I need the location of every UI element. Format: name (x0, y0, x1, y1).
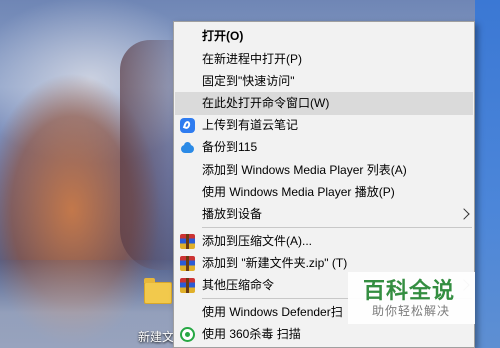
menu-item-open-command-window[interactable]: 在此处打开命令窗口(W) (175, 92, 473, 115)
watermark-subtitle: 助你轻松解决 (372, 304, 451, 318)
watermark: 百科全说 助你轻松解决 (348, 272, 475, 324)
menu-item-label: 添加到 "新建文件夹.zip" (T) (202, 256, 348, 270)
folder-icon (144, 278, 172, 304)
desktop-folder-label: 新建文 (138, 330, 175, 344)
menu-item-add-to-archive[interactable]: 添加到压缩文件(A)... (175, 230, 473, 253)
menu-item-open-new-process[interactable]: 在新进程中打开(P) (175, 48, 473, 71)
menu-item-label: 打开(O) (202, 29, 244, 43)
menu-item-label: 在新进程中打开(P) (202, 52, 302, 66)
menu-item-play-wmp[interactable]: 使用 Windows Media Player 播放(P) (175, 181, 473, 204)
chevron-right-icon (458, 208, 470, 220)
menu-item-label: 使用 360杀毒 扫描 (202, 327, 301, 341)
winrar-icon (180, 234, 195, 249)
menu-item-label: 上传到有道云笔记 (202, 118, 299, 132)
winrar-icon (180, 278, 195, 293)
menu-item-play-to-device[interactable]: 播放到设备 (175, 203, 473, 226)
menu-item-backup-115[interactable]: 备份到115 (175, 136, 473, 159)
360-antivirus-icon (180, 327, 195, 342)
menu-item-label: 在此处打开命令窗口(W) (202, 96, 330, 110)
menu-item-label: 播放到设备 (202, 207, 263, 221)
menu-item-upload-youdao-note[interactable]: 上传到有道云笔记 (175, 114, 473, 137)
menu-item-pin-quick-access[interactable]: 固定到"快速访问" (175, 70, 473, 93)
menu-item-open[interactable]: 打开(O) (175, 25, 473, 48)
menu-item-label: 添加到压缩文件(A)... (202, 234, 312, 248)
youdao-note-icon (180, 118, 195, 133)
menu-item-label: 使用 Windows Defender扫 (202, 305, 343, 319)
menu-item-360-scan[interactable]: 使用 360杀毒 扫描 (175, 323, 473, 346)
wallpaper-sky-strip (475, 0, 500, 348)
menu-item-label: 固定到"快速访问" (202, 74, 295, 88)
winrar-icon (180, 256, 195, 271)
watermark-title: 百科全说 (363, 278, 456, 303)
menu-separator (202, 227, 472, 228)
menu-item-add-wmp-list[interactable]: 添加到 Windows Media Player 列表(A) (175, 159, 473, 182)
menu-item-label: 其他压缩命令 (202, 278, 275, 292)
menu-item-label: 使用 Windows Media Player 播放(P) (202, 185, 395, 199)
cloud-115-icon (180, 140, 195, 155)
desktop-folder-icon[interactable]: 新建文 (138, 278, 175, 348)
menu-item-label: 备份到115 (202, 140, 258, 154)
menu-item-label: 添加到 Windows Media Player 列表(A) (202, 163, 407, 177)
